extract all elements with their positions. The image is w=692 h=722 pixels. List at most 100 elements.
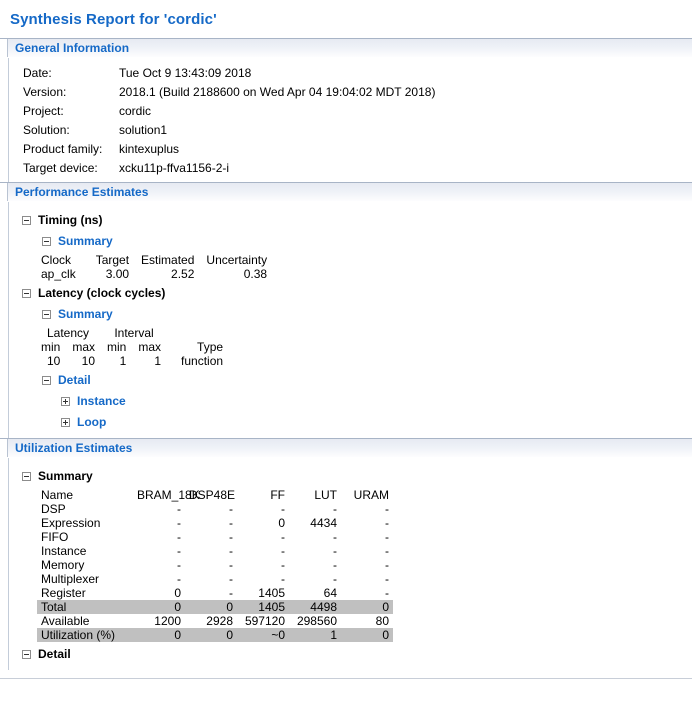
- section-header-utilization-estimates: Utilization Estimates: [0, 438, 692, 458]
- cell-lut: -: [333, 544, 337, 558]
- collapse-minus-icon[interactable]: [42, 236, 51, 246]
- col-group-spacer: [167, 326, 229, 340]
- col-header-dsp48e: DSP48E: [189, 488, 236, 502]
- col-header-target: Target: [95, 253, 130, 267]
- table-row: Target device: xcku11p-ffva1156-2-i: [23, 159, 435, 178]
- info-label: Target device:: [23, 161, 98, 175]
- col-header-interval-min: min: [107, 340, 127, 354]
- tree-label-latency-detail: Detail: [58, 373, 91, 387]
- info-label: Project:: [23, 104, 64, 118]
- tree-node-latency-summary[interactable]: Summary: [42, 305, 692, 323]
- col-header-interval-max: max: [138, 340, 162, 354]
- table-row-available: Available 1200 2928 597120 298560 80: [37, 614, 393, 628]
- section-accent-stripe: [0, 439, 8, 457]
- expand-plus-icon[interactable]: [61, 396, 70, 406]
- cell-name: Total: [37, 600, 133, 614]
- cell-interval-min: 1: [119, 354, 127, 368]
- cell-ff: -: [281, 544, 285, 558]
- page-title: Synthesis Report for 'cordic': [10, 10, 217, 28]
- tree-node-utilization-detail[interactable]: Detail: [22, 645, 692, 663]
- col-header-name: Name: [41, 488, 74, 502]
- cell-dsp: -: [229, 544, 233, 558]
- cell-interval-max: 1: [154, 354, 162, 368]
- section-title-utilization-estimates: Utilization Estimates: [15, 441, 133, 455]
- cell-dsp: -: [229, 502, 233, 516]
- info-label: Product family:: [23, 142, 103, 156]
- cell-uram: -: [385, 502, 389, 516]
- expand-plus-icon[interactable]: [61, 417, 70, 427]
- cell-name: DSP: [41, 502, 66, 516]
- section-header-general-information: General Information: [0, 38, 692, 58]
- col-header-latency-max: max: [72, 340, 96, 354]
- col-header-lut: LUT: [314, 488, 337, 502]
- cell-type: function: [181, 354, 224, 368]
- table-row: Product family: kintexuplus: [23, 140, 435, 159]
- col-header-uram: URAM: [353, 488, 389, 502]
- cell-name: Register: [41, 586, 86, 600]
- section-accent-stripe: [0, 39, 8, 57]
- cell-lut: -: [333, 502, 337, 516]
- page-title-bar: Synthesis Report for 'cordic': [0, 0, 692, 38]
- cell-clock: ap_clk: [41, 267, 76, 281]
- collapse-minus-icon[interactable]: [22, 215, 31, 225]
- utilization-table-body: DSP - - - - - Expression - - 0 4434 - FI…: [37, 502, 393, 642]
- cell-name: FIFO: [41, 530, 69, 544]
- utilization-summary-table: Name BRAM_18K DSP48E FF LUT URAM DSP - -…: [37, 488, 393, 642]
- cell-bram: 1200: [154, 614, 181, 628]
- cell-dsp: 2928: [206, 614, 233, 628]
- table-row: 10 10 1 1 function: [35, 354, 229, 368]
- info-value: xcku11p-ffva1156-2-i: [119, 161, 230, 175]
- section-body-general-information: Date: Tue Oct 9 13:43:09 2018 Version: 2…: [8, 58, 692, 182]
- table-header-row: Clock Target Estimated Uncertainty: [35, 253, 273, 267]
- col-header-type: Type: [197, 340, 224, 354]
- info-value: solution1: [119, 123, 168, 137]
- tree-node-latency[interactable]: Latency (clock cycles): [22, 284, 692, 302]
- table-group-header-row: Latency Interval: [35, 326, 229, 340]
- cell-name: Available: [41, 614, 90, 628]
- cell-name: Expression: [41, 516, 101, 530]
- tree-node-instance[interactable]: Instance: [61, 392, 692, 410]
- cell-lut: 64: [323, 586, 337, 600]
- section-body-performance-estimates: Timing (ns) Summary Clock Target Estimat…: [8, 202, 692, 438]
- cell-ff: -: [281, 530, 285, 544]
- table-row: Solution: solution1: [23, 121, 435, 140]
- cell-bram: -: [177, 572, 181, 586]
- section-body-utilization-estimates: Summary Name BRAM_18K DSP48E FF LUT URAM: [8, 458, 692, 670]
- cell-uram: 80: [375, 614, 389, 628]
- tree-node-latency-detail[interactable]: Detail: [42, 371, 692, 389]
- collapse-minus-icon[interactable]: [42, 309, 51, 319]
- cell-uram: -: [385, 544, 389, 558]
- cell-lut: 298560: [296, 614, 337, 628]
- section-utilization-estimates: Utilization Estimates Summary Name BRAM_…: [0, 438, 692, 679]
- tree-node-utilization-summary[interactable]: Summary: [22, 467, 692, 485]
- collapse-minus-icon[interactable]: [42, 375, 51, 385]
- cell-dsp: 0: [185, 600, 237, 614]
- cell-bram: -: [177, 558, 181, 572]
- tree-node-timing[interactable]: Timing (ns): [22, 211, 692, 229]
- tree-node-timing-summary[interactable]: Summary: [42, 232, 692, 250]
- tree-label-latency: Latency (clock cycles): [38, 286, 166, 300]
- cell-name: Instance: [41, 544, 87, 558]
- collapse-minus-icon[interactable]: [22, 649, 31, 659]
- section-accent-stripe: [0, 183, 8, 201]
- tree-label-loop: Loop: [77, 415, 107, 429]
- cell-dsp: -: [229, 586, 233, 600]
- cell-name: Utilization (%): [37, 628, 133, 642]
- table-header-row: Name BRAM_18K DSP48E FF LUT URAM: [37, 488, 393, 502]
- cell-target: 3.00: [105, 267, 130, 281]
- section-performance-estimates: Performance Estimates Timing (ns) Summar…: [0, 182, 692, 438]
- collapse-minus-icon[interactable]: [22, 288, 31, 298]
- latency-summary-table: Latency Interval min max min max Type 10…: [35, 326, 229, 368]
- cell-bram: -: [177, 544, 181, 558]
- cell-ff: ~0: [237, 628, 289, 642]
- general-information-table: Date: Tue Oct 9 13:43:09 2018 Version: 2…: [23, 64, 435, 178]
- tree-node-loop[interactable]: Loop: [61, 413, 692, 431]
- cell-bram: -: [177, 502, 181, 516]
- table-row: FIFO - - - - -: [37, 530, 393, 544]
- table-row: DSP - - - - -: [37, 502, 393, 516]
- cell-uram: -: [385, 572, 389, 586]
- cell-uncertainty: 0.38: [243, 267, 268, 281]
- collapse-minus-icon[interactable]: [22, 471, 31, 481]
- cell-estimated: 2.52: [171, 267, 195, 281]
- info-value: kintexuplus: [119, 142, 180, 156]
